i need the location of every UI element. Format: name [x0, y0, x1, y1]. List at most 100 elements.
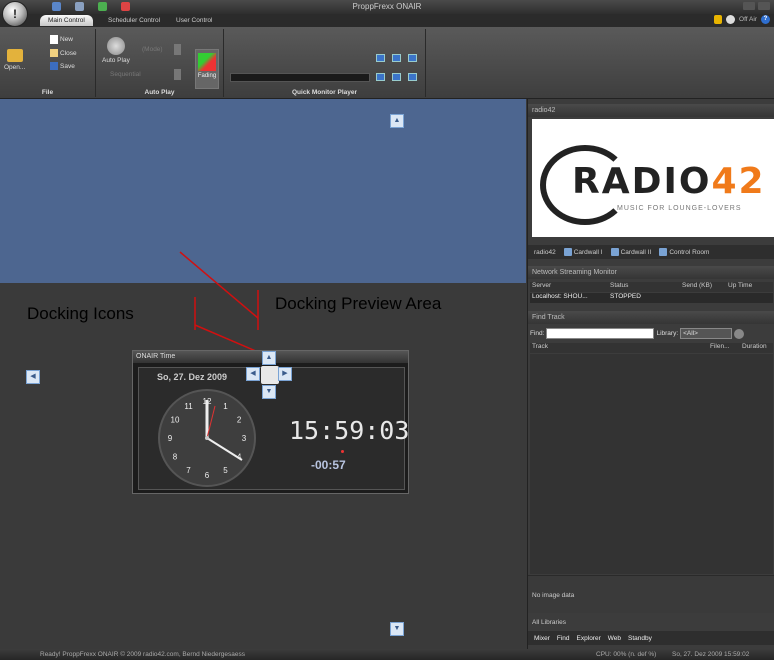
minimize-button[interactable] [743, 2, 755, 10]
qmp-pause-icon[interactable] [392, 73, 401, 81]
save-icon [50, 62, 58, 70]
logo-text: RADIO42 [572, 161, 766, 202]
clock-date: So, 27. Dez 2009 [157, 372, 228, 382]
search-icon[interactable] [734, 328, 745, 339]
bottom-tabs: Mixer Find Explorer Web Standby [528, 631, 774, 645]
annotation-docking-preview: Docking Preview Area [275, 294, 442, 313]
tab-cardwall-1[interactable]: Cardwall I [563, 248, 603, 256]
ribbon: Open... New Close Save File Auto Play (M… [0, 27, 774, 99]
tab-explorer[interactable]: Explorer [577, 635, 601, 642]
power-icon[interactable] [726, 15, 736, 24]
dock-left-icon[interactable]: ◀ [26, 370, 40, 384]
folder-open-icon [6, 49, 23, 62]
dock-center-target[interactable] [261, 366, 279, 384]
clock-dial-number: 6 [205, 471, 210, 480]
server-cell: Localhost: SHOU... [532, 293, 588, 300]
dock-cross-right-icon[interactable]: ▶ [278, 367, 292, 381]
radio42-logo: RADIO42 MUSIC FOR LOUNGE-LOVERS [532, 119, 774, 237]
header-status: Off Air ? [714, 15, 770, 24]
clock-dial-number: 10 [171, 416, 180, 425]
qmp-group-label: Quick Monitor Player [291, 89, 358, 96]
fading-button[interactable]: Fading [195, 49, 219, 89]
no-image-label: No image data [532, 592, 575, 599]
library-select[interactable]: <All> [680, 328, 733, 339]
track-list[interactable] [530, 354, 773, 574]
clock-dial-number: 1 [223, 402, 228, 411]
qmp-play-icon[interactable] [392, 54, 401, 62]
status-datetime-text: So, 27. Dez 2009 15:59:02 [672, 651, 750, 658]
tab-web[interactable]: Web [608, 635, 621, 642]
radio42-header: radio42 [528, 104, 774, 117]
fading-label: Fading [197, 73, 217, 79]
autoplay-button[interactable]: Auto Play [102, 37, 130, 64]
tab-scheduler-control[interactable]: Scheduler Control [100, 15, 168, 26]
col-server[interactable]: Server [530, 282, 610, 292]
fading-icon [198, 53, 216, 71]
off-air-label: Off Air [739, 16, 757, 23]
find-bar: Find: Library: <All> [530, 327, 773, 340]
app-menu-orb-button[interactable]: ! [2, 1, 28, 27]
sequential-spin[interactable] [174, 69, 181, 80]
col-status[interactable]: Status [610, 282, 682, 292]
streaming-row[interactable]: Localhost: SHOU... STOPPED [530, 293, 773, 303]
qmp-eject-icon[interactable] [408, 73, 417, 81]
tab-cardwall-2[interactable]: Cardwall II [610, 248, 651, 256]
qmp-prev-icon[interactable] [376, 54, 385, 62]
new-button[interactable]: New [50, 35, 73, 44]
tab-standby[interactable]: Standby [628, 635, 652, 642]
status-cell: STOPPED [610, 293, 641, 300]
file-group: Open... New Close Save File [0, 29, 96, 97]
window-buttons [743, 2, 770, 10]
qmp-group: Quick Monitor Player [224, 29, 426, 97]
save-label: Save [60, 62, 75, 70]
cardwall-icon [610, 248, 619, 256]
dock-cross-top-icon[interactable]: ▲ [262, 351, 276, 365]
cardwall-icon [563, 248, 572, 256]
open-label: Open... [4, 64, 26, 71]
qmp-position-bar[interactable] [230, 73, 370, 82]
tab-control-room[interactable]: Control Room [659, 248, 709, 256]
autoplay-dial-icon [106, 37, 125, 55]
tab-mixer[interactable]: Mixer [534, 635, 550, 642]
col-track[interactable]: Track [530, 343, 710, 353]
help-icon[interactable]: ? [761, 15, 770, 24]
col-filename[interactable]: Filen... [710, 343, 742, 353]
col-uptime[interactable]: Up Time [728, 282, 773, 292]
tab-radio42[interactable]: radio42 [534, 249, 556, 256]
lock-icon[interactable] [714, 15, 723, 24]
find-label: Find: [530, 330, 545, 337]
maximize-button[interactable] [758, 2, 770, 10]
track-info-area: No image data [528, 575, 774, 613]
app-title: ProppFrexx ONAIR [352, 2, 422, 11]
dock-cross-left-icon[interactable]: ◀ [246, 367, 260, 381]
docking-cross: ▲ ◀ ▶ ▼ [246, 351, 294, 399]
dock-cross-bottom-icon[interactable]: ▼ [262, 385, 276, 399]
ribbon-tabs: Main Control Scheduler Control User Cont… [0, 14, 774, 27]
find-input[interactable] [546, 328, 655, 339]
title-bar: ProppFrexx ONAIR [0, 0, 774, 14]
right-panel: radio42 RADIO42 MUSIC FOR LOUNGE-LOVERS … [527, 99, 774, 649]
file-group-label: File [41, 89, 54, 96]
open-button[interactable]: Open... [4, 49, 25, 71]
clock-dial-number: 9 [168, 434, 173, 443]
dock-bottom-icon[interactable]: ▼ [390, 622, 404, 636]
cardwall-tabs: radio42 Cardwall I Cardwall II Control R… [528, 245, 774, 259]
find-track-header: Find Track [528, 311, 774, 324]
tab-main-control[interactable]: Main Control [40, 15, 93, 26]
close-label: Close [60, 49, 77, 57]
col-duration[interactable]: Duration [742, 343, 773, 353]
qmp-stop-icon[interactable] [376, 73, 385, 81]
tab-find[interactable]: Find [557, 635, 570, 642]
control-room-icon [659, 248, 668, 256]
dock-top-icon[interactable]: ▲ [390, 114, 404, 128]
mode-spin[interactable] [174, 44, 181, 55]
col-send[interactable]: Send (KB) [682, 282, 728, 292]
save-button[interactable]: Save [50, 62, 75, 70]
sequential-field[interactable]: Sequential [110, 69, 174, 80]
annotation-docking-icons: Docking Icons [27, 304, 134, 323]
clock-dial-number: 7 [186, 466, 191, 475]
close-button[interactable]: Close [50, 49, 77, 57]
qmp-next-icon[interactable] [408, 54, 417, 62]
tab-user-control[interactable]: User Control [168, 15, 220, 26]
docking-preview-area [0, 99, 526, 283]
